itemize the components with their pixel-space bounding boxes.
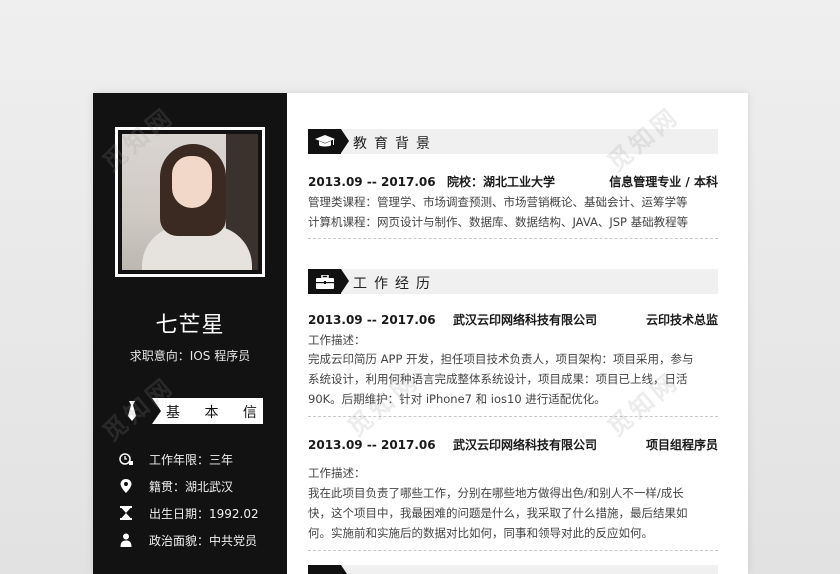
job-company: 武汉云印网络科技有限公司	[453, 313, 598, 327]
clock-icon	[119, 452, 133, 466]
divider	[308, 550, 718, 551]
divider	[308, 238, 718, 239]
job-description-line: 系统设计，利用何种语言完成整体系统设计，项目成果：项目已上线，日活	[308, 372, 688, 386]
hourglass-icon	[119, 506, 133, 520]
job-description-line: 快，这个项目中，我最困难的问题是什么，我采取了什么措施，最后结果如	[308, 506, 688, 520]
job-company: 武汉云印网络科技有限公司	[453, 438, 598, 452]
sidebar: 七芒星 求职意向：IOS 程序员 基 本 信 工作年限：三年 籍贯：湖北武汉 出…	[93, 93, 287, 574]
job-period: 2013.09 -- 2017.06	[308, 313, 436, 327]
education-major: 信息管理专业 / 本科	[609, 175, 718, 189]
graduation-cap-icon	[308, 129, 341, 154]
briefcase-icon	[308, 269, 341, 294]
job-summary: 2013.09 -- 2017.06 武汉云印网络科技有限公司 云印技术总监	[308, 311, 718, 329]
job-intent: 求职意向：IOS 程序员	[129, 349, 251, 363]
person-icon	[119, 533, 133, 547]
info-row-birth: 出生日期：1992.02	[119, 504, 259, 522]
profile-photo	[122, 134, 258, 270]
education-summary: 2013.09 -- 2017.06 院校：湖北工业大学 信息管理专业 / 本科	[308, 173, 718, 191]
main-content: 教育背景 2013.09 -- 2017.06 院校：湖北工业大学 信息管理专业…	[308, 93, 718, 574]
tie-icon	[112, 398, 152, 424]
job-description-line: 我在此项目负责了哪些工作，分别在哪些地方做得出色/和别人不一样/成长	[308, 486, 684, 500]
education-title: 教育背景	[353, 136, 437, 152]
job-description-line: 何。实施前和实施后的数据对比如何，同事和领导对此的反应如何。	[308, 526, 653, 540]
divider	[308, 416, 718, 417]
next-section-header	[308, 565, 718, 574]
education-period: 2013.09 -- 2017.06	[308, 175, 436, 189]
job-role: 云印技术总监	[645, 313, 718, 327]
job-period: 2013.09 -- 2017.06	[308, 438, 436, 452]
work-header: 工作经历	[308, 269, 718, 294]
education-school: 院校：湖北工业大学	[447, 175, 556, 189]
candidate-name: 七芒星	[155, 313, 225, 338]
education-course-line: 管理类课程：管理学、市场调查预测、市场营销概论、基础会计、运筹学等	[308, 195, 688, 209]
job-description-line: 工作描述：	[308, 333, 366, 347]
basic-info-header: 基 本 信	[112, 398, 263, 424]
info-row-years: 工作年限：三年	[119, 450, 233, 468]
job-role: 项目组程序员	[645, 438, 718, 452]
job-description-line: 工作描述：	[308, 466, 366, 480]
location-pin-icon	[119, 479, 133, 493]
work-title: 工作经历	[353, 276, 437, 292]
education-course-line: 计算机课程：网页设计与制作、数据库、数据结构、JAVA、JSP 基础教程等	[308, 215, 689, 229]
basic-info-title: 基 本 信	[166, 405, 267, 421]
info-row-politics: 政治面貌：中共党员	[119, 531, 257, 549]
job-summary: 2013.09 -- 2017.06 武汉云印网络科技有限公司 项目组程序员	[308, 436, 718, 454]
job-description-line: 完成云印简历 APP 开发，担任项目技术负责人，项目架构：项目采用，参与	[308, 352, 694, 366]
resume-card: 七芒星 求职意向：IOS 程序员 基 本 信 工作年限：三年 籍贯：湖北武汉 出…	[93, 93, 748, 574]
job-description-line: 90K。后期维护：针对 iPhone7 和 ios10 进行适配优化。	[308, 392, 606, 406]
education-header: 教育背景	[308, 129, 718, 154]
info-row-hometown: 籍贯：湖北武汉	[119, 477, 233, 495]
profile-photo-frame	[115, 127, 265, 277]
